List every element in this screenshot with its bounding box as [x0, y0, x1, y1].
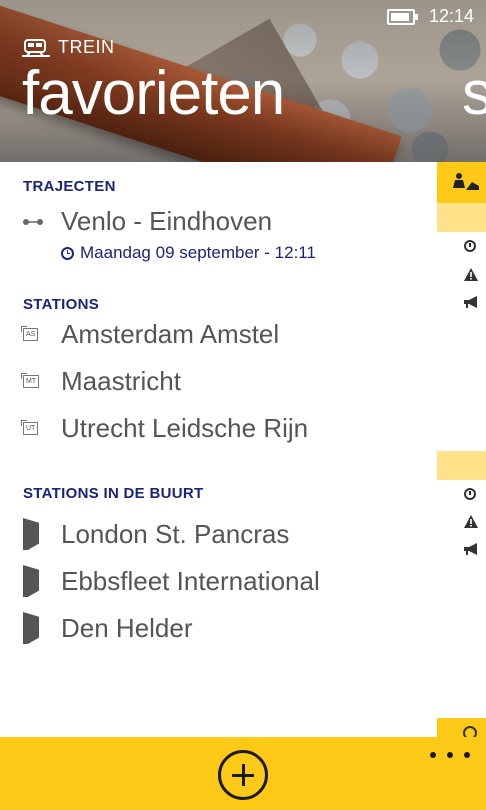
station-label: Amsterdam Amstel: [61, 319, 280, 349]
clock-icon: [464, 488, 478, 502]
nearby-item-den-helder[interactable]: Den Helder: [23, 612, 193, 644]
route-item[interactable]: Venlo - Eindhoven: [23, 206, 272, 237]
section-header-nearby: STATIONS IN DE BUURT: [23, 485, 204, 502]
nearby-label: Ebbsfleet International: [61, 565, 320, 596]
right-status-strip: [437, 162, 486, 740]
add-icon[interactable]: [218, 750, 268, 800]
nearby-label: Den Helder: [61, 612, 193, 643]
flag-icon: [23, 612, 39, 644]
app-name: TREIN: [58, 37, 115, 57]
next-pivot-peek[interactable]: s: [462, 58, 486, 129]
station-code-icon: MT: [20, 373, 40, 388]
warning-icon: [464, 515, 478, 529]
clock-icon: [464, 240, 478, 254]
nearby-label: London St. Pancras: [61, 518, 290, 549]
flag-icon: [23, 518, 39, 550]
section-header-trajecten: TRAJECTEN: [23, 178, 116, 195]
station-item-maastricht[interactable]: MT Maastricht: [20, 366, 181, 397]
megaphone-icon: [464, 296, 478, 310]
megaphone-icon: [464, 543, 478, 557]
station-label: Utrecht Leidsche Rijn: [61, 413, 309, 443]
nearby-item-london-st-pancras[interactable]: London St. Pancras: [23, 518, 289, 550]
status-time: 12:14: [428, 6, 474, 26]
station-item-utrecht-leidsche-rijn[interactable]: UT Utrecht Leidsche Rijn: [20, 413, 309, 444]
route-subtitle: Maandag 09 september - 12:11: [80, 243, 316, 262]
station-label: Maastricht: [61, 366, 181, 396]
battery-charging-icon: [386, 8, 418, 25]
more-icon[interactable]: [430, 745, 470, 765]
construction-worker-icon: [453, 173, 479, 190]
page-title: favorieten: [22, 59, 285, 128]
app-title: TREIN: [22, 37, 115, 58]
strip-alert-block[interactable]: [437, 162, 486, 203]
route-icon: [23, 218, 61, 226]
status-bar: 12:14: [386, 6, 474, 27]
nearby-item-ebbsfleet-international[interactable]: Ebbsfleet International: [23, 565, 320, 597]
station-code-icon: UT: [20, 420, 39, 435]
section-header-stations: STATIONS: [23, 296, 100, 313]
clock-icon: [61, 246, 74, 260]
station-item-amsterdam-amstel[interactable]: AS Amsterdam Amstel: [20, 319, 280, 350]
flag-icon: [23, 565, 39, 597]
route-datetime: Maandag 09 september - 12:11: [61, 243, 316, 263]
warning-icon: [464, 268, 478, 282]
app-bar: [0, 737, 486, 810]
route-label: Venlo - Eindhoven: [61, 206, 273, 236]
station-code-icon: AS: [20, 326, 39, 341]
train-icon: [22, 38, 50, 58]
